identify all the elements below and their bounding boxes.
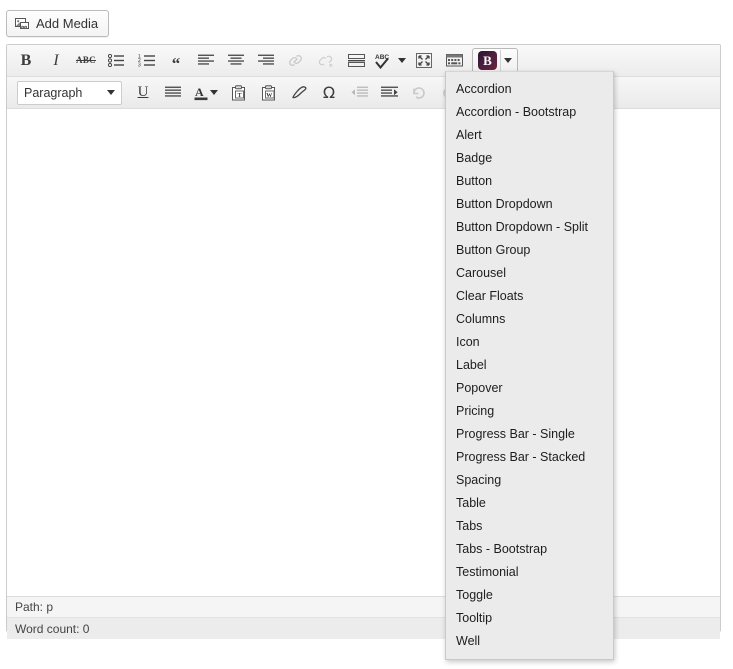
ordered-list-icon: 1 2 3 <box>138 54 155 67</box>
align-right-icon <box>258 54 274 67</box>
format-select-value: Paragraph <box>24 85 83 100</box>
menu-item[interactable]: Alert <box>446 124 613 147</box>
align-justify-icon <box>165 86 181 99</box>
svg-text:T: T <box>237 92 241 98</box>
outdent-icon <box>351 86 368 99</box>
align-left-icon <box>198 54 214 67</box>
menu-item[interactable]: Pricing <box>446 400 613 423</box>
menu-item[interactable]: Table <box>446 492 613 515</box>
svg-text:W: W <box>266 92 272 98</box>
insert-link-button[interactable] <box>283 49 309 73</box>
strikethrough-button[interactable]: ABC <box>73 49 99 73</box>
element-path-label: Path: p <box>15 600 54 614</box>
menu-item[interactable]: Columns <box>446 308 613 331</box>
read-more-button[interactable] <box>343 49 369 73</box>
bold-button[interactable]: B <box>13 49 39 73</box>
menu-item[interactable]: Accordion - Bootstrap <box>446 101 613 124</box>
outdent-button[interactable] <box>346 81 372 105</box>
add-media-label: Add Media <box>36 16 99 31</box>
menu-item[interactable]: Toggle <box>446 584 613 607</box>
underline-icon: U <box>137 84 149 100</box>
bootstrap-chevron-down-icon[interactable] <box>500 49 515 72</box>
svg-text:3: 3 <box>138 63 141 67</box>
paste-from-word-button[interactable]: W <box>256 81 282 105</box>
remove-formatting-button[interactable] <box>286 81 312 105</box>
menu-item[interactable]: Progress Bar - Stacked <box>446 446 613 469</box>
format-select[interactable]: Paragraph <box>17 80 122 105</box>
fullscreen-icon <box>416 53 432 68</box>
fullscreen-button[interactable] <box>411 49 437 73</box>
menu-item[interactable]: Spacing <box>446 469 613 492</box>
indent-button[interactable] <box>376 81 402 105</box>
menu-item[interactable]: Label <box>446 354 613 377</box>
kitchen-sink-icon <box>445 54 463 67</box>
bootstrap-shortcodes-button[interactable]: B <box>472 47 518 74</box>
link-icon <box>288 53 304 68</box>
menu-item[interactable]: Button Dropdown - Split <box>446 216 613 239</box>
word-count-label: Word count: 0 <box>15 621 90 636</box>
text-color-chevron-down-icon[interactable] <box>210 90 218 95</box>
special-character-button[interactable]: Ω <box>316 81 342 105</box>
bold-icon: B <box>20 51 32 69</box>
menu-item[interactable]: Button Dropdown <box>446 193 613 216</box>
menu-item[interactable]: Well <box>446 630 613 653</box>
unlink-icon <box>318 53 334 68</box>
editor-screen: Add Media B I ABC 1 2 3 “ ABC B Paragrap… <box>0 0 733 669</box>
menu-item[interactable]: Icon <box>446 331 613 354</box>
read-more-icon <box>347 54 365 67</box>
spellcheck-chevron-down-icon[interactable] <box>397 58 406 63</box>
paste-as-text-icon: T <box>231 84 247 101</box>
unlink-button[interactable] <box>313 49 339 73</box>
menu-item[interactable]: Clear Floats <box>446 285 613 308</box>
justify-button[interactable] <box>160 81 186 105</box>
blockquote-button[interactable]: “ <box>163 49 189 73</box>
italic-button[interactable]: I <box>43 49 69 73</box>
menu-item[interactable]: Tabs - Bootstrap <box>446 538 613 561</box>
italic-icon: I <box>53 51 59 69</box>
align-left-button[interactable] <box>193 49 219 73</box>
media-buttons-bar: Add Media <box>6 10 110 37</box>
svg-text:A: A <box>195 85 204 99</box>
add-media-icon <box>15 17 30 31</box>
paste-as-text-button[interactable]: T <box>226 81 252 105</box>
indent-icon <box>380 86 398 99</box>
text-color-button[interactable]: A <box>190 81 222 105</box>
menu-item[interactable]: Badge <box>446 147 613 170</box>
numbered-list-button[interactable]: 1 2 3 <box>133 49 159 73</box>
strikethrough-icon: ABC <box>76 55 96 65</box>
paste-from-word-icon: W <box>261 84 277 101</box>
menu-item[interactable]: Tooltip <box>446 607 613 630</box>
kitchen-sink-button[interactable] <box>441 49 467 73</box>
omega-icon: Ω <box>322 82 336 102</box>
eraser-icon <box>291 85 308 100</box>
text-color-icon: A <box>194 85 209 101</box>
underline-button[interactable]: U <box>130 81 156 105</box>
bootstrap-logo-icon: B <box>478 51 497 70</box>
blockquote-icon: “ <box>171 53 181 73</box>
menu-item[interactable]: Button Group <box>446 239 613 262</box>
menu-item[interactable]: Button <box>446 170 613 193</box>
spellcheck-button[interactable]: ABC <box>373 49 407 73</box>
spellcheck-icon: ABC <box>375 53 397 69</box>
menu-item[interactable]: Accordion <box>446 78 613 101</box>
bullet-list-button[interactable] <box>103 49 129 73</box>
undo-icon <box>411 86 427 100</box>
menu-item[interactable]: Tabs <box>446 515 613 538</box>
unordered-list-icon <box>108 54 124 67</box>
align-center-button[interactable] <box>223 49 249 73</box>
add-media-button[interactable]: Add Media <box>6 10 110 37</box>
menu-item[interactable]: Carousel <box>446 262 613 285</box>
bootstrap-shortcode-menu[interactable]: Accordion Accordion - Bootstrap Alert Badge… <box>445 71 614 660</box>
align-right-button[interactable] <box>253 49 279 73</box>
align-center-icon <box>228 54 244 67</box>
format-select-chevron-down-icon <box>107 90 115 95</box>
menu-item[interactable]: Popover <box>446 377 613 400</box>
menu-item[interactable]: Progress Bar - Single <box>446 423 613 446</box>
menu-item[interactable]: Testimonial <box>446 561 613 584</box>
undo-button[interactable] <box>406 81 432 105</box>
